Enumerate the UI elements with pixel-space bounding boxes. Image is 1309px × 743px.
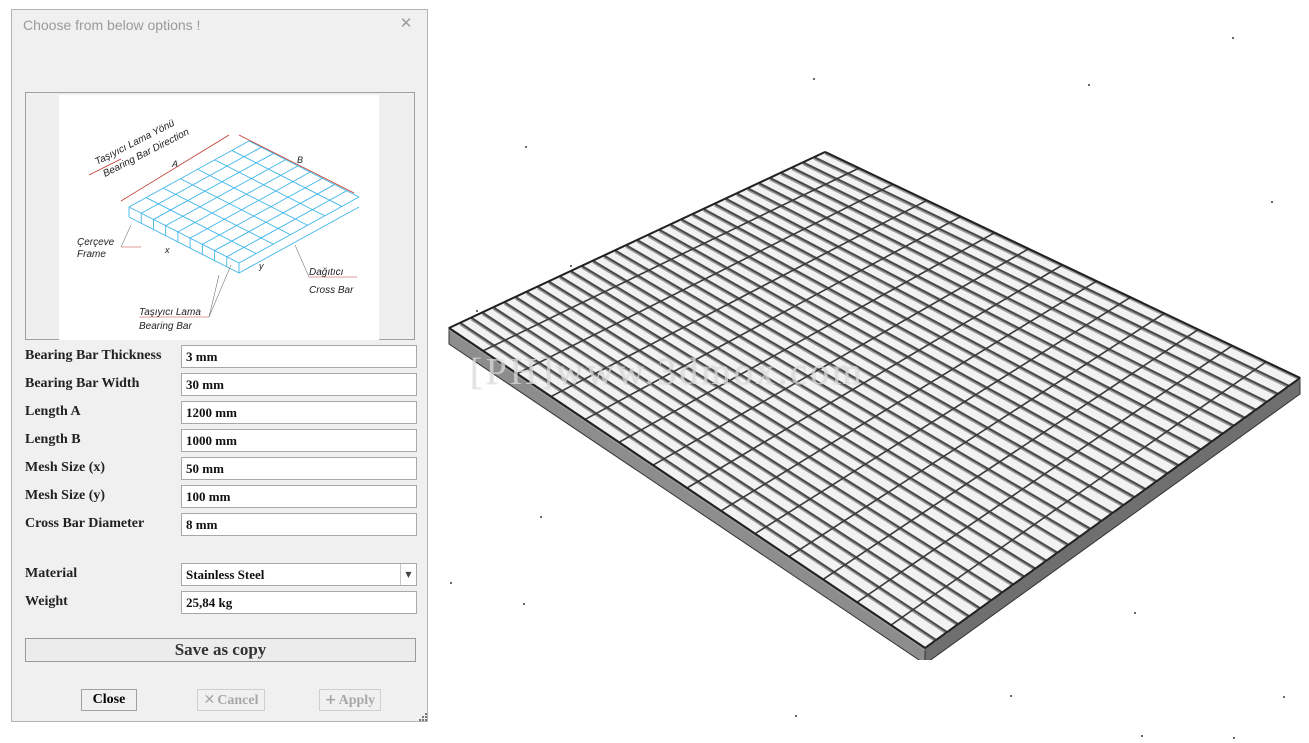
- crossbar-label-en: Cross Bar: [309, 285, 354, 296]
- field-label: Bearing Bar Width: [25, 376, 140, 391]
- field-material: Material Stainless Steel ▼: [25, 563, 417, 586]
- field-mesh-size-x: Mesh Size (x) 50 mm: [25, 457, 417, 480]
- dim-b-label: B: [297, 155, 303, 165]
- field-bearing-bar-thickness: Bearing Bar Thickness 3 mm: [25, 345, 417, 368]
- apply-label: Apply: [338, 693, 376, 708]
- field-label: Cross Bar Diameter: [25, 516, 145, 531]
- field-label: Mesh Size (y): [25, 488, 106, 503]
- cross-bar-diameter-input[interactable]: 8 mm: [181, 513, 417, 536]
- material-value: Stainless Steel: [186, 567, 265, 582]
- bearing-label-tr: Taşıyıcı Lama: [139, 307, 201, 318]
- field-label: Length B: [25, 432, 81, 447]
- field-mesh-size-y: Mesh Size (y) 100 mm: [25, 485, 417, 508]
- weight-value: 25,84 kg: [181, 591, 417, 614]
- cancel-button[interactable]: ✕ Cancel: [197, 689, 265, 711]
- frame-label-en: Frame: [77, 249, 106, 260]
- field-weight: Weight 25,84 kg: [25, 591, 417, 614]
- dim-y-label: y: [258, 261, 264, 271]
- dialog-title: Choose from below options !: [23, 17, 201, 33]
- chevron-down-icon[interactable]: ▼: [400, 564, 416, 585]
- grating-diagram: Taşıyıcı Lama Yönü Bearing Bar Direction…: [25, 92, 415, 340]
- field-length-b: Length B 1000 mm: [25, 429, 417, 452]
- crossbar-label-tr: Dağıtıcı: [309, 267, 344, 278]
- bearing-label-en: Bearing Bar: [139, 321, 192, 332]
- field-bearing-bar-width: Bearing Bar Width 30 mm: [25, 373, 417, 396]
- plus-icon: +: [324, 692, 337, 708]
- frame-label-tr: Çerçeve: [77, 237, 115, 248]
- cancel-label: Cancel: [217, 693, 259, 708]
- length-a-input[interactable]: 1200 mm: [181, 401, 417, 424]
- length-b-input[interactable]: 1000 mm: [181, 429, 417, 452]
- grating-3d-render: [447, 151, 1301, 660]
- apply-button[interactable]: + Apply: [319, 689, 381, 711]
- grating-diagram-svg: Taşıyıcı Lama Yönü Bearing Bar Direction…: [59, 95, 379, 340]
- options-dialog: Choose from below options ! ✕ Taşıyıcı L…: [11, 9, 428, 722]
- close-button[interactable]: Close: [81, 689, 137, 711]
- field-length-a: Length A 1200 mm: [25, 401, 417, 424]
- mesh-size-x-input[interactable]: 50 mm: [181, 457, 417, 480]
- field-label: Bearing Bar Thickness: [25, 348, 162, 363]
- field-label: Length A: [25, 404, 81, 419]
- close-icon[interactable]: ✕: [396, 13, 416, 33]
- bearing-bar-thickness-input[interactable]: 3 mm: [181, 345, 417, 368]
- field-cross-bar-diameter: Cross Bar Diameter 8 mm: [25, 513, 417, 536]
- resize-grip-icon[interactable]: [419, 713, 427, 721]
- material-label: Material: [25, 566, 78, 581]
- mesh-size-y-input[interactable]: 100 mm: [181, 485, 417, 508]
- field-label: Mesh Size (x): [25, 460, 106, 475]
- cancel-icon: ✕: [203, 692, 216, 708]
- material-select[interactable]: Stainless Steel ▼: [181, 563, 417, 586]
- weight-label: Weight: [25, 594, 68, 609]
- bearing-bar-width-input[interactable]: 30 mm: [181, 373, 417, 396]
- dim-x-label: x: [164, 245, 170, 255]
- dim-a-label: A: [171, 159, 178, 169]
- save-as-copy-button[interactable]: Save as copy: [25, 638, 416, 662]
- watermark: [PH]www.3dmox.com: [470, 351, 865, 393]
